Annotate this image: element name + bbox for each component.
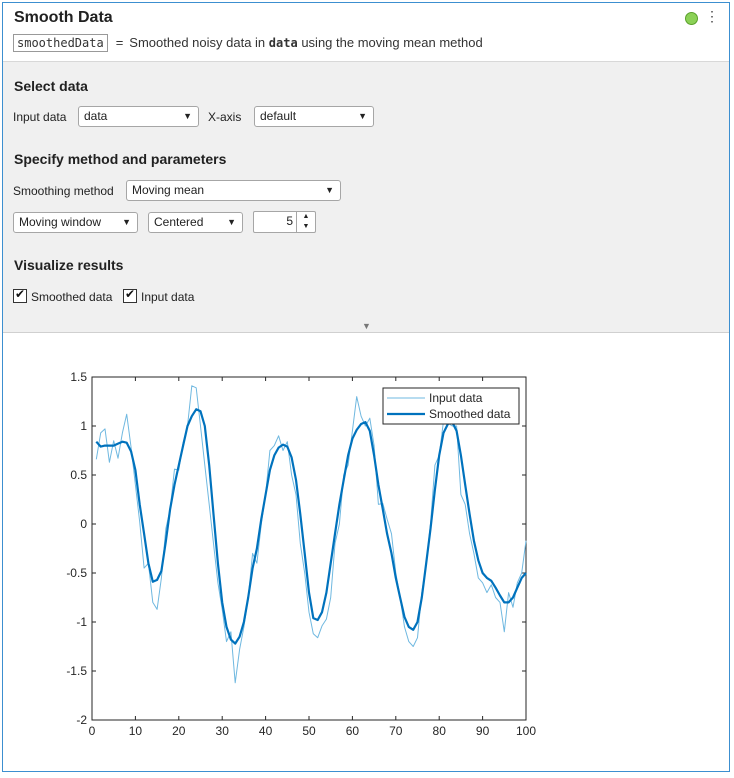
live-task-panel: Smooth Data ⋮ smoothedData = Smoothed nois… xyxy=(2,2,730,772)
input-data-label: Input data xyxy=(13,110,67,124)
chevron-down-icon: ▼ xyxy=(227,217,236,227)
x-axis-value: default xyxy=(260,109,297,123)
x-axis-dropdown[interactable]: default ▼ xyxy=(254,106,374,127)
y-tick-label: 0.5 xyxy=(70,468,87,482)
chevron-down-icon: ▼ xyxy=(358,111,367,121)
equals-sign: = xyxy=(115,35,124,50)
checkmark-icon: ✔ xyxy=(15,287,26,301)
input-data-checkbox[interactable]: ✔ Input data xyxy=(123,287,195,304)
output-figure: 0 10 20 30 40 50 60 70 80 90 100 -2 -1.5 -1 -0.5 0 0.5 1 1… xyxy=(3,333,729,773)
x-axis-label: X-axis xyxy=(208,110,242,124)
task-header: Smooth Data ⋮ smoothedData = Smoothed nois… xyxy=(3,3,729,61)
select-data-heading: Select data xyxy=(14,78,88,94)
window-type-dropdown[interactable]: Moving window ▼ xyxy=(13,212,138,233)
smoothed-data-checkbox[interactable]: ✔ Smoothed data xyxy=(13,287,113,304)
window-type-value: Moving window xyxy=(19,215,102,229)
collapse-arrow-icon[interactable]: ▼ xyxy=(362,321,371,331)
chevron-down-icon: ▼ xyxy=(122,217,131,227)
y-tick-label: -1 xyxy=(76,615,87,629)
y-tick-label: -2 xyxy=(76,713,87,727)
legend-label: Input data xyxy=(429,391,483,405)
description-prefix: Smoothed noisy data in xyxy=(129,35,266,50)
chevron-down-icon: ▼ xyxy=(183,111,192,121)
y-tick-label: 1.5 xyxy=(70,370,87,384)
window-size-value[interactable]: 5 xyxy=(286,214,293,228)
increment-icon[interactable]: ▲ xyxy=(297,212,315,222)
visualize-heading: Visualize results xyxy=(14,257,124,273)
more-options-icon[interactable]: ⋮ xyxy=(705,9,719,23)
x-tick-label: 90 xyxy=(476,724,490,738)
task-title: Smooth Data xyxy=(14,9,113,26)
method-heading: Specify method and parameters xyxy=(14,151,227,167)
y-tick-label: -0.5 xyxy=(66,566,87,580)
x-tick-label: 50 xyxy=(302,724,316,738)
description-variable: data xyxy=(268,36,298,50)
stepper-buttons: ▲ ▼ xyxy=(296,212,315,232)
y-tick-label: -1.5 xyxy=(66,664,87,678)
x-tick-label: 0 xyxy=(89,724,96,738)
window-size-stepper[interactable]: 5 ▲ ▼ xyxy=(253,211,316,233)
window-position-dropdown[interactable]: Centered ▼ xyxy=(148,212,243,233)
x-tick-label: 10 xyxy=(129,724,143,738)
input-data-checkbox-label: Input data xyxy=(141,290,195,304)
smoothing-chart: 0 10 20 30 40 50 60 70 80 90 100 -2 -1.5 -1 -0.5 0 0.5 1 1… xyxy=(66,370,536,738)
x-tick-label: 60 xyxy=(346,724,360,738)
input-data-value: data xyxy=(84,109,108,123)
input-data-dropdown[interactable]: data ▼ xyxy=(78,106,199,127)
x-tick-label: 20 xyxy=(172,724,186,738)
x-tick-label: 80 xyxy=(433,724,447,738)
checkbox-box: ✔ xyxy=(13,287,27,303)
x-tick-label: 30 xyxy=(216,724,230,738)
x-tick-label: 100 xyxy=(516,724,536,738)
y-tick-label: 1 xyxy=(80,419,87,433)
status-indicator-icon xyxy=(685,12,698,25)
smoothing-method-value: Moving mean xyxy=(132,183,205,197)
smoothing-method-label: Smoothing method xyxy=(13,184,114,198)
output-variable-field[interactable]: smoothedData xyxy=(13,34,108,52)
y-tick-label: 0 xyxy=(80,517,87,531)
smoothed-data-checkbox-label: Smoothed data xyxy=(31,290,113,304)
chevron-down-icon: ▼ xyxy=(325,185,334,195)
window-position-value: Centered xyxy=(154,215,204,229)
smoothing-method-dropdown[interactable]: Moving mean ▼ xyxy=(126,180,341,201)
plot-area xyxy=(91,376,527,721)
description-suffix: using the moving mean method xyxy=(301,35,483,50)
decrement-icon[interactable]: ▼ xyxy=(297,222,315,232)
x-tick-label: 40 xyxy=(259,724,273,738)
parameters-panel: Select data Input data data ▼ X-axis def… xyxy=(3,61,729,333)
output-summary: smoothedData = Smoothed noisy data in data… xyxy=(13,34,483,52)
checkmark-icon: ✔ xyxy=(125,287,136,301)
x-tick-label: 70 xyxy=(389,724,403,738)
legend-label: Smoothed data xyxy=(429,407,511,421)
checkbox-box: ✔ xyxy=(123,287,137,303)
